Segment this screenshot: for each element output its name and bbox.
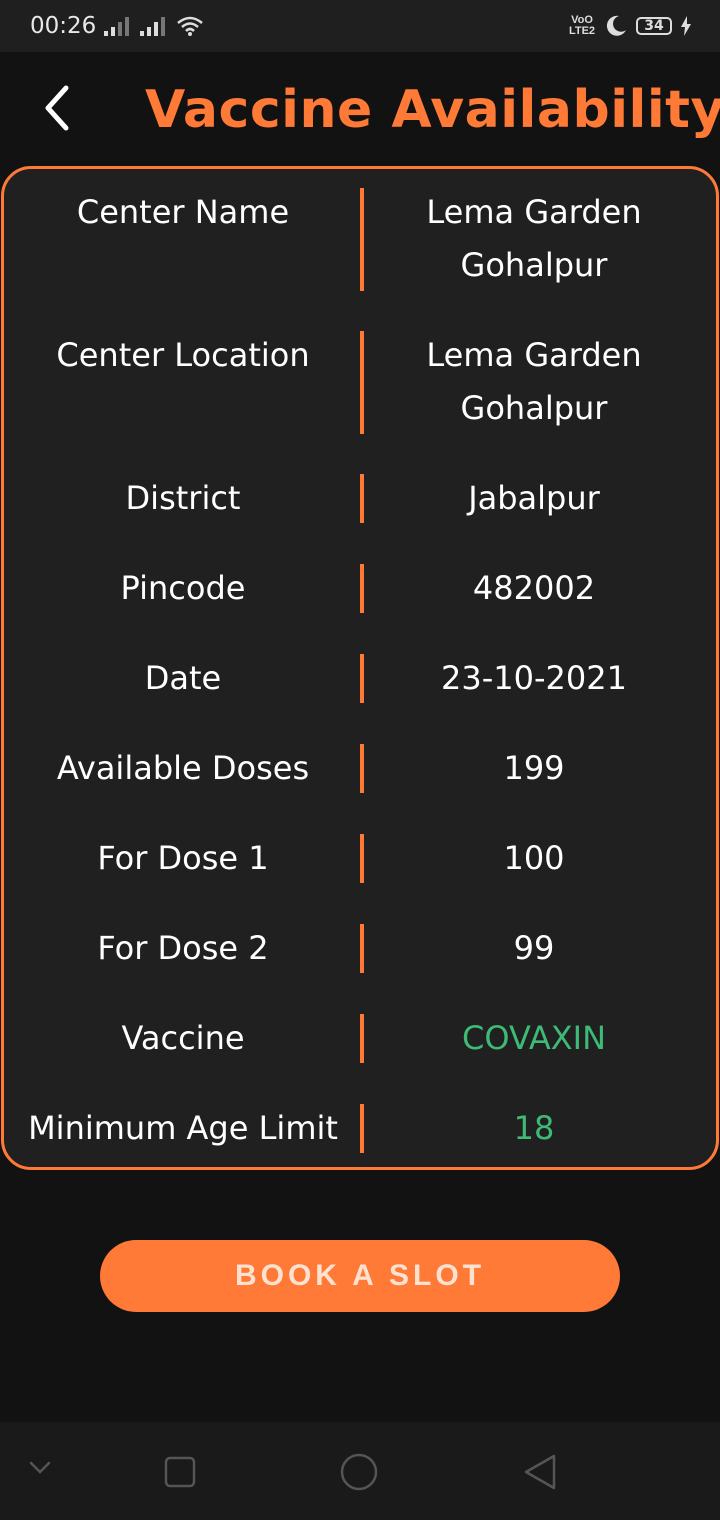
availability-card: Center Name Lema Garden Gohalpur Center … bbox=[1, 166, 719, 1170]
signal-icon bbox=[140, 17, 166, 36]
detail-value: 99 bbox=[513, 929, 555, 967]
detail-row-pincode: Pincode 482002 bbox=[4, 562, 716, 615]
detail-row-center-location: Center Location Lema Garden Gohalpur bbox=[4, 329, 716, 435]
detail-value: 23-10-2021 bbox=[441, 659, 627, 697]
wifi-icon bbox=[177, 16, 204, 36]
detail-row-vaccine: Vaccine COVAXIN bbox=[4, 1012, 716, 1065]
page-title: Vaccine Availability bbox=[145, 80, 720, 140]
detail-value: Jabalpur bbox=[468, 479, 600, 517]
min-age-value: 18 bbox=[513, 1109, 555, 1147]
detail-label: For Dose 1 bbox=[97, 839, 269, 877]
detail-label: For Dose 2 bbox=[97, 929, 269, 967]
detail-value: Lema Garden Gohalpur bbox=[426, 336, 642, 427]
nav-collapse-button[interactable] bbox=[28, 1460, 52, 1481]
detail-row-min-age: Minimum Age Limit 18 bbox=[4, 1102, 716, 1155]
status-time: 00:26 bbox=[30, 13, 97, 39]
navigation-bar bbox=[0, 1422, 720, 1520]
detail-row-date: Date 23-10-2021 bbox=[4, 652, 716, 705]
detail-label: District bbox=[125, 479, 241, 517]
detail-label: Vaccine bbox=[121, 1019, 245, 1057]
nav-home-button[interactable] bbox=[340, 1453, 378, 1496]
moon-icon bbox=[606, 15, 626, 36]
detail-label: Center Name bbox=[76, 193, 290, 231]
chevron-down-icon bbox=[29, 1461, 51, 1474]
charging-icon bbox=[681, 16, 691, 36]
detail-value: 482002 bbox=[472, 569, 596, 607]
detail-label: Pincode bbox=[120, 569, 246, 607]
detail-value: 100 bbox=[503, 839, 565, 877]
signal-icon bbox=[104, 17, 130, 36]
back-button[interactable] bbox=[38, 82, 78, 134]
detail-row-available-doses: Available Doses 199 bbox=[4, 742, 716, 795]
detail-value: 199 bbox=[503, 749, 565, 787]
detail-row-center-name: Center Name Lema Garden Gohalpur bbox=[4, 186, 716, 292]
volte-indicator: VoO LTE2 bbox=[568, 15, 596, 37]
status-right: VoO LTE2 34 bbox=[568, 14, 692, 38]
detail-row-dose-1: For Dose 1 100 bbox=[4, 832, 716, 885]
status-bar: 00:26 VoO LTE2 34 bbox=[0, 0, 720, 52]
vaccine-name: COVAXIN bbox=[462, 1019, 606, 1057]
volte-bottom: LTE2 bbox=[568, 25, 596, 37]
square-icon bbox=[164, 1456, 196, 1488]
detail-label: Date bbox=[144, 659, 222, 697]
detail-label: Minimum Age Limit bbox=[28, 1109, 338, 1147]
status-left: 00:26 bbox=[30, 13, 204, 39]
triangle-back-icon bbox=[524, 1454, 556, 1490]
battery-level: 34 bbox=[644, 18, 664, 34]
battery-icon: 34 bbox=[636, 17, 672, 35]
chevron-left-icon bbox=[45, 85, 69, 131]
detail-row-district: District Jabalpur bbox=[4, 472, 716, 525]
detail-label: Center Location bbox=[56, 336, 310, 374]
detail-label: Available Doses bbox=[56, 749, 310, 787]
detail-value: Lema Garden Gohalpur bbox=[426, 193, 642, 284]
nav-back-button[interactable] bbox=[522, 1453, 558, 1496]
book-slot-button[interactable]: BOOK A SLOT bbox=[100, 1240, 620, 1312]
app-header: Vaccine Availability bbox=[0, 52, 720, 164]
nav-recents-button[interactable] bbox=[164, 1456, 196, 1493]
circle-icon bbox=[340, 1453, 378, 1491]
detail-row-dose-2: For Dose 2 99 bbox=[4, 922, 716, 975]
